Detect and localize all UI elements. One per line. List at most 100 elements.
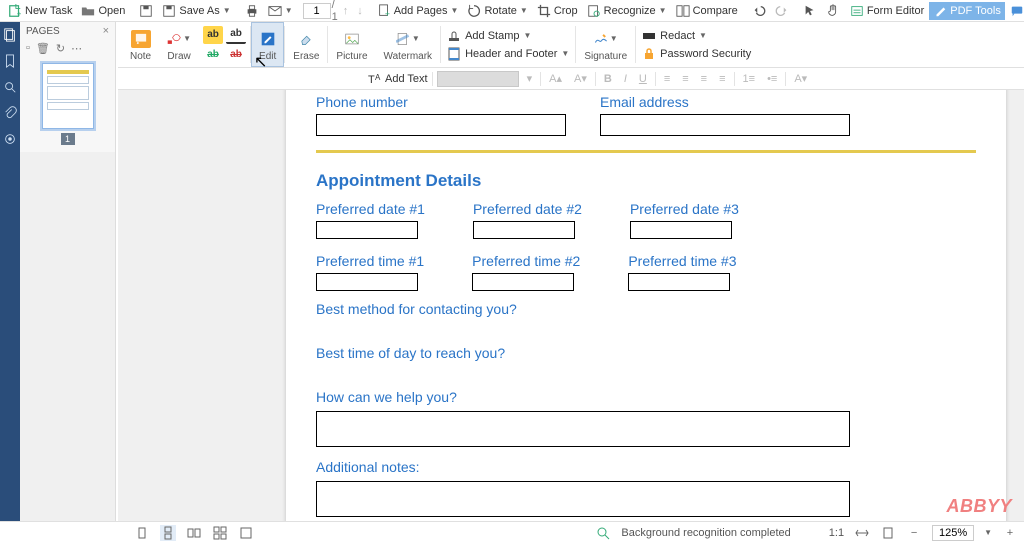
redact-tool[interactable]: Redact ▼ bbox=[636, 27, 757, 45]
preferred-date-1-input[interactable] bbox=[316, 221, 418, 239]
picture-tool[interactable]: Picture bbox=[328, 22, 375, 67]
email-input[interactable] bbox=[600, 114, 850, 136]
comments-button[interactable]: Comments (0 bbox=[1006, 2, 1024, 20]
erase-tool[interactable]: Erase bbox=[285, 22, 327, 67]
align-justify-button[interactable]: ≡ bbox=[715, 73, 729, 85]
zoom-in-button[interactable]: + bbox=[1002, 525, 1018, 541]
email-button[interactable]: ▼ bbox=[264, 2, 297, 20]
pdf-tools-label: PDF Tools bbox=[950, 5, 1001, 17]
actual-size-button[interactable]: 1:1 bbox=[829, 527, 844, 539]
header-footer-tool[interactable]: Header and Footer ▼ bbox=[441, 45, 575, 63]
bookmarks-panel-toggle[interactable] bbox=[3, 54, 17, 68]
continuous-view-button[interactable] bbox=[160, 525, 176, 541]
compare-button[interactable]: Compare bbox=[672, 2, 742, 20]
pages-panel-toggle[interactable] bbox=[3, 28, 17, 42]
recognition-status-icon bbox=[595, 525, 611, 541]
two-page-view-button[interactable] bbox=[186, 525, 202, 541]
full-screen-button[interactable] bbox=[238, 525, 254, 541]
edit-tool[interactable]: Edit bbox=[251, 22, 284, 67]
add-pages-button[interactable]: + Add Pages ▼ bbox=[373, 2, 463, 20]
recognition-status-text: Background recognition completed bbox=[621, 527, 790, 539]
save-as-button[interactable]: Save As ▼ bbox=[158, 2, 234, 20]
italic-button[interactable]: I bbox=[620, 73, 631, 85]
hand-icon bbox=[826, 4, 840, 18]
page-up-button[interactable]: ↑ bbox=[339, 3, 353, 19]
bulleted-list-button[interactable]: •≡ bbox=[763, 73, 781, 85]
close-icon[interactable]: × bbox=[103, 25, 109, 37]
align-center-button[interactable]: ≡ bbox=[678, 73, 692, 85]
watermark-tool[interactable]: ▼ Watermark bbox=[376, 22, 441, 67]
signatures-panel-toggle[interactable] bbox=[3, 132, 17, 146]
align-left-button[interactable]: ≡ bbox=[660, 73, 674, 85]
pointer-icon bbox=[803, 4, 817, 18]
search-panel-toggle[interactable] bbox=[3, 80, 17, 94]
help-input[interactable] bbox=[316, 411, 850, 447]
additional-notes-label: Additional notes: bbox=[316, 447, 976, 475]
zoom-out-button[interactable]: − bbox=[906, 525, 922, 541]
page-thumbnail[interactable] bbox=[42, 63, 94, 129]
fit-width-button[interactable] bbox=[854, 525, 870, 541]
page-number-input[interactable] bbox=[303, 3, 331, 19]
save-as-label: Save As bbox=[179, 5, 219, 17]
tools-ribbon: Note ▼ Draw ab ab ab ab Edit Erase Pictu… bbox=[118, 22, 1024, 68]
pdf-tools-button[interactable]: PDF Tools bbox=[929, 2, 1005, 20]
form-editor-button[interactable]: Form Editor bbox=[846, 2, 928, 20]
zoom-input[interactable] bbox=[932, 525, 974, 541]
single-page-view-button[interactable] bbox=[134, 525, 150, 541]
preferred-date-2-input[interactable] bbox=[473, 221, 575, 239]
preferred-time-2-input[interactable] bbox=[472, 273, 574, 291]
page-down-button[interactable]: ↓ bbox=[353, 3, 367, 19]
font-family-select[interactable] bbox=[437, 71, 519, 87]
underline-tool[interactable]: ab bbox=[226, 26, 246, 44]
new-task-icon: + bbox=[8, 4, 22, 18]
preferred-date-3-input[interactable] bbox=[630, 221, 732, 239]
header-footer-icon bbox=[447, 47, 461, 61]
font-color-button[interactable]: A▾ bbox=[790, 72, 811, 85]
redo-button[interactable] bbox=[771, 2, 793, 20]
font-size-select[interactable]: ▾ bbox=[523, 72, 537, 85]
underline-button[interactable]: U bbox=[635, 73, 651, 85]
fit-page-button[interactable] bbox=[880, 525, 896, 541]
note-tool[interactable]: Note bbox=[122, 22, 159, 67]
signature-tool[interactable]: ▼ Signature bbox=[576, 22, 635, 67]
crop-button[interactable]: Crop bbox=[533, 2, 582, 20]
password-security-label: Password Security bbox=[660, 48, 751, 60]
open-button[interactable]: Open bbox=[77, 2, 129, 20]
more-icon[interactable]: ⋯ bbox=[71, 42, 82, 55]
numbered-list-button[interactable]: 1≡ bbox=[739, 73, 760, 85]
add-stamp-tool[interactable]: Add Stamp ▼ bbox=[441, 27, 575, 45]
increase-font-button[interactable]: A▴ bbox=[545, 72, 566, 85]
new-task-button[interactable]: + New Task bbox=[4, 2, 76, 20]
undo-button[interactable] bbox=[748, 2, 770, 20]
chevron-down-icon[interactable]: ▼ bbox=[984, 528, 992, 537]
insert-text-tool[interactable]: ab bbox=[226, 46, 246, 64]
draw-tool[interactable]: ▼ Draw bbox=[159, 22, 199, 67]
additional-notes-input[interactable] bbox=[316, 481, 850, 517]
recognize-button[interactable]: Recognize ▼ bbox=[583, 2, 671, 20]
add-page-icon[interactable]: ▫ bbox=[26, 42, 30, 55]
rotate-button[interactable]: Rotate ▼ bbox=[463, 2, 531, 20]
preferred-time-1-label: Preferred time #1 bbox=[316, 253, 424, 269]
attachments-panel-toggle[interactable] bbox=[3, 106, 17, 120]
hand-tool[interactable] bbox=[822, 2, 844, 20]
preferred-time-3-input[interactable] bbox=[628, 273, 730, 291]
pointer-tool[interactable] bbox=[799, 2, 821, 20]
bold-button[interactable]: B bbox=[600, 73, 616, 85]
left-toolbar bbox=[0, 22, 20, 521]
phone-input[interactable] bbox=[316, 114, 566, 136]
decrease-font-button[interactable]: A▾ bbox=[570, 72, 591, 85]
rotate-page-icon[interactable]: ↻ bbox=[56, 42, 65, 55]
align-right-button[interactable]: ≡ bbox=[697, 73, 711, 85]
delete-page-icon[interactable]: 🗑 bbox=[36, 42, 50, 55]
print-button[interactable] bbox=[241, 2, 263, 20]
two-page-continuous-view-button[interactable] bbox=[212, 525, 228, 541]
strikeout-tool[interactable]: ab bbox=[203, 46, 223, 64]
mail-icon bbox=[268, 4, 282, 18]
password-security-tool[interactable]: Password Security bbox=[636, 45, 757, 63]
highlight-tool[interactable]: ab bbox=[203, 26, 223, 44]
document-viewport[interactable]: Phone number Email address Appointment D… bbox=[118, 90, 1024, 521]
save-button[interactable] bbox=[135, 2, 157, 20]
preferred-time-1-input[interactable] bbox=[316, 273, 418, 291]
pages-panel-title: PAGES bbox=[26, 26, 60, 37]
add-text-tool[interactable]: TA Add Text bbox=[368, 72, 428, 86]
